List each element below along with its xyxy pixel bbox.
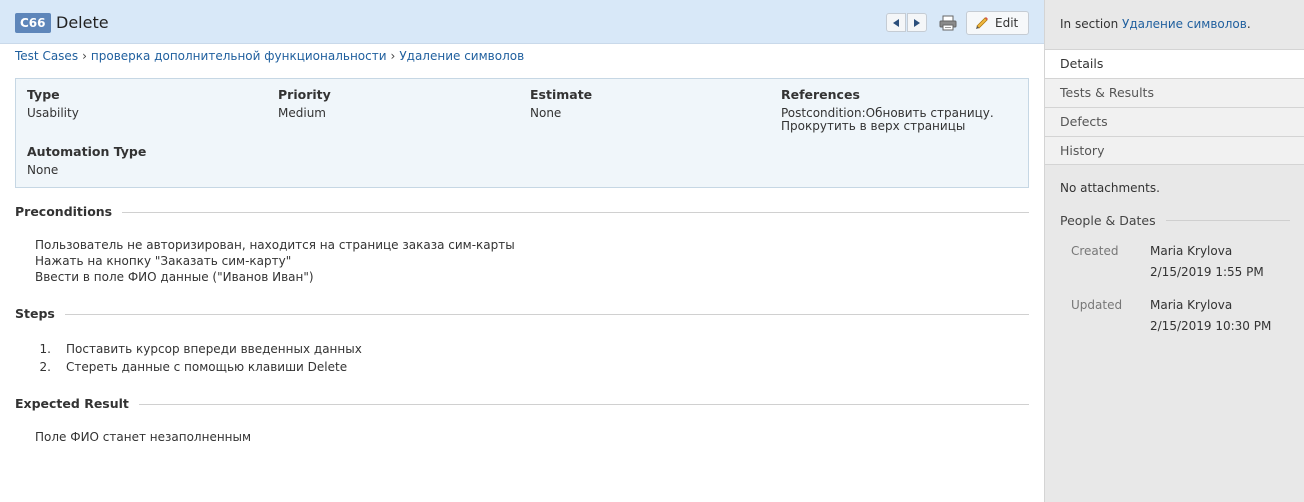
step-number: 2 [35,358,51,376]
expected-result-title: Expected Result [15,396,129,411]
divider [64,313,1029,315]
field-priority-label: Priority [278,87,331,102]
print-button[interactable] [937,12,959,34]
field-automation-value: None [27,163,59,177]
created-value: Maria Krylova 2/15/2019 1:55 PM [1150,241,1264,283]
precondition-line: Нажать на кнопку "Заказать сим-карту" [35,254,292,268]
preconditions-heading: Preconditions [15,204,1029,220]
tab-defects[interactable]: Defects [1045,107,1304,136]
breadcrumb-section-current[interactable]: Удаление символов [399,49,524,63]
breadcrumb: Test Cases › проверка дополнительной функц… [15,48,524,64]
case-header: C66 Delete Edit [0,0,1044,44]
section-prefix: In section [1060,17,1119,31]
step-text: Стереть данные с помощью клавиши Delete [66,360,348,374]
tab-details[interactable]: Details [1045,49,1304,78]
precondition-line: Ввести в поле ФИО данные ("Иванов Иван") [35,270,314,284]
section-info: In section Удаление символов. [1060,17,1251,31]
people-dates-title: People & Dates [1060,213,1156,228]
field-type: Type Usability [27,87,79,120]
case-fields-panel: Type Usability Priority Medium Estimate … [15,78,1029,188]
field-priority: Priority Medium [278,87,331,120]
divider [122,211,1029,213]
field-priority-value: Medium [278,106,326,120]
created-label: Created [1071,244,1119,258]
section-link[interactable]: Удаление символов [1122,17,1247,31]
edit-button-label: Edit [995,16,1019,30]
field-estimate: Estimate None [530,87,592,120]
people-dates-heading: People & Dates [1060,213,1290,228]
steps-heading: Steps [15,306,1029,322]
tab-history[interactable]: History [1045,136,1304,165]
updated-by: Maria Krylova [1150,298,1233,312]
breadcrumb-section-parent[interactable]: проверка дополнительной функциональности [91,49,387,63]
updated-value: Maria Krylova 2/15/2019 10:30 PM [1150,295,1271,337]
field-references-line2: Прокрутить в верх страницы [781,119,966,133]
created-by: Maria Krylova [1150,244,1233,258]
edit-button[interactable]: Edit [966,11,1029,35]
preconditions-title: Preconditions [15,204,113,219]
expected-result-text: Поле ФИО станет незаполненным [35,430,252,444]
field-references: References Postcondition:Обновить страни… [781,87,1021,133]
precondition-line: Пользователь не авторизирован, находится… [35,238,515,252]
field-type-value: Usability [27,106,79,120]
field-automation-label: Automation Type [27,144,147,159]
attachments-status: No attachments. [1060,181,1160,195]
step-text: Поставить курсор впереди введенных данны… [66,342,362,356]
main-content: C66 Delete Edit Test Cases › проверка до… [0,0,1044,502]
step-number: 1 [35,340,51,358]
field-estimate-label: Estimate [530,87,593,102]
steps-list: 1 Поставить курсор впереди введенных данн… [35,340,362,376]
breadcrumb-separator: › [82,49,87,63]
field-references-label: References [781,87,860,102]
field-automation-type: Automation Type None [27,144,146,177]
tab-tests-results[interactable]: Tests & Results [1045,78,1304,107]
updated-date: 2/15/2019 10:30 PM [1150,319,1272,333]
section-suffix: . [1246,17,1251,31]
breadcrumb-separator: › [390,49,396,63]
pencil-icon [976,17,988,29]
created-date: 2/15/2019 1:55 PM [1150,265,1264,279]
steps-title: Steps [15,306,55,321]
page-title: Delete [56,13,109,32]
sidebar-tabs: Details Tests & Results Defects History [1045,49,1304,165]
case-id-badge: C66 [15,13,51,33]
step-item: 2 Стереть данные с помощью клавиши Delete [35,358,362,376]
divider [1165,220,1290,221]
sidebar: In section Удаление символов. Details Te… [1044,0,1304,502]
step-item: 1 Поставить курсор впереди введенных данн… [35,340,362,358]
next-case-button[interactable] [907,13,927,32]
expected-result-heading: Expected Result [15,396,1029,412]
divider [138,403,1029,405]
previous-case-button[interactable] [886,13,906,32]
preconditions-text: Пользователь не авторизирован, находится… [35,237,515,285]
triangle-right-icon [914,18,920,27]
updated-label: Updated [1071,298,1123,312]
printer-icon [939,15,957,31]
field-estimate-value: None [530,106,562,120]
triangle-left-icon [893,18,899,27]
breadcrumb-test-cases[interactable]: Test Cases [15,49,78,63]
field-type-label: Type [27,87,60,102]
